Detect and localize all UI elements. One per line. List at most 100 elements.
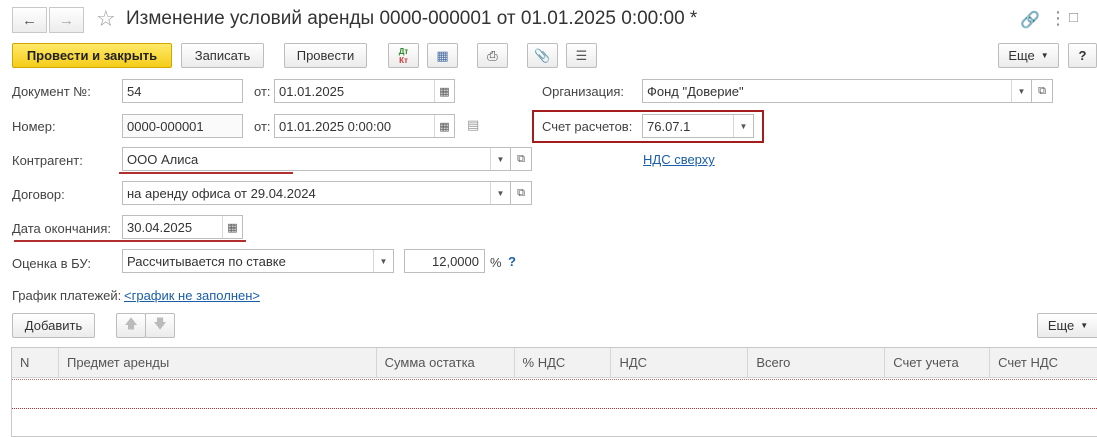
more-button[interactable]: Еще ▼ (998, 43, 1059, 68)
valuation-label: Оценка в БУ: (12, 256, 91, 271)
help-button[interactable]: ? (1068, 43, 1097, 68)
rate-value: 12,0000 (432, 253, 479, 269)
number-date-label: от: (254, 119, 271, 134)
org-label: Организация: (542, 84, 625, 99)
lease-items-table[interactable]: N Предмет аренды Сумма остатка % НДС НДС… (11, 347, 1097, 437)
page-title: Изменение условий аренды 0000-000001 от … (126, 8, 698, 29)
counterparty-underline (119, 172, 293, 174)
printer-icon: ⎙ (487, 47, 498, 63)
column-header-n[interactable]: N (12, 348, 59, 377)
number-value: 0000-000001 (127, 118, 204, 134)
forward-button[interactable]: → (49, 7, 84, 33)
org-value: Фонд "Доверие" (647, 83, 744, 99)
dt-kt-icon: Дт (398, 46, 409, 56)
end-date-underline (14, 240, 246, 242)
end-date-field[interactable]: 30.04.2025 ▦ (122, 215, 243, 239)
end-date-value: 30.04.2025 (127, 219, 193, 235)
maximize-icon[interactable]: □ (1069, 9, 1078, 26)
arrow-left-icon: ← (22, 11, 37, 29)
chevron-down-icon[interactable]: ▼ (490, 148, 510, 170)
valuation-select[interactable]: Рассчитывается по ставке ▼ (122, 249, 394, 273)
list-icon: ☰ (575, 47, 588, 63)
account-label: Счет расчетов: (542, 119, 633, 134)
counterparty-open-button[interactable]: ⧉ (510, 147, 532, 171)
doc-number-field[interactable]: 54 (122, 79, 243, 103)
column-header-balance[interactable]: Сумма остатка (377, 348, 515, 377)
arrow-down-icon: 🡇 (153, 315, 167, 331)
chevron-down-icon[interactable]: ▼ (1011, 80, 1031, 102)
doc-number-label: Документ №: (12, 84, 91, 99)
doc-number-value: 54 (127, 83, 142, 99)
table-header: N Предмет аренды Сумма остатка % НДС НДС… (12, 348, 1097, 378)
contract-value: на аренду офиса от 29.04.2024 (127, 185, 316, 201)
dt-kt-icon-bottom: Кт (399, 55, 408, 65)
number-field[interactable]: 0000-000001 (122, 114, 243, 138)
dt-kt-button[interactable]: Дт Кт (388, 43, 419, 68)
percent-sign: % (490, 255, 502, 270)
save-button[interactable]: Записать (181, 43, 264, 68)
chevron-down-icon[interactable]: ▼ (490, 182, 510, 204)
print-button[interactable]: ⎙ (477, 43, 508, 68)
number-label: Номер: (12, 119, 56, 134)
paperclip-icon: 📎 (534, 47, 551, 63)
table-more-label: Еще (1047, 318, 1075, 333)
post-and-close-button[interactable]: Провести и закрыть (12, 43, 172, 68)
number-date-value: 01.01.2025 0:00:00 (279, 118, 392, 134)
move-up-button[interactable]: 🡅 (116, 313, 146, 338)
chevron-down-icon[interactable]: ▼ (733, 115, 753, 137)
more-label: Еще (1008, 48, 1035, 63)
contract-open-button[interactable]: ⧉ (510, 181, 532, 205)
document-structure-icon: ▦ (436, 47, 449, 63)
arrow-up-icon: 🡅 (124, 315, 138, 331)
calendar-icon[interactable]: ▦ (434, 115, 454, 137)
rate-help-link[interactable]: ? (508, 254, 516, 269)
counterparty-label: Контрагент: (12, 153, 83, 168)
open-window-icon: ⧉ (517, 152, 525, 165)
open-window-icon: ⧉ (517, 186, 525, 199)
link-icon[interactable]: 🔗 (1020, 10, 1040, 30)
column-header-vat-account[interactable]: Счет НДС (990, 348, 1097, 377)
table-row[interactable] (12, 379, 1097, 409)
reports-button[interactable]: ☰ (566, 43, 597, 68)
move-down-button[interactable]: 🡇 (145, 313, 175, 338)
vat-on-top-link[interactable]: НДС сверху (643, 152, 715, 167)
table-more-button[interactable]: Еще ▼ (1037, 313, 1097, 338)
account-field[interactable]: 76.07.1 ▼ (642, 114, 754, 138)
doc-date-field[interactable]: 01.01.2025 ▦ (274, 79, 455, 103)
column-header-vat-percent[interactable]: % НДС (515, 348, 612, 377)
post-button[interactable]: Провести (284, 43, 367, 68)
chevron-down-icon: ▼ (1080, 321, 1089, 330)
doc-date-value: 01.01.2025 (279, 83, 345, 99)
chevron-down-icon[interactable]: ▼ (373, 250, 393, 272)
org-open-button[interactable]: ⧉ (1031, 79, 1053, 103)
counterparty-value: ООО Алиса (127, 151, 199, 167)
add-row-button[interactable]: Добавить (12, 313, 95, 338)
calendar-icon[interactable]: ▦ (434, 80, 454, 102)
contract-label: Договор: (12, 187, 65, 202)
column-header-account[interactable]: Счет учета (885, 348, 991, 377)
open-window-icon: ⧉ (1038, 84, 1046, 97)
more-vertical-icon[interactable]: ⋮ (1049, 8, 1067, 29)
valuation-value: Рассчитывается по ставке (127, 253, 286, 269)
number-date-field[interactable]: 01.01.2025 0:00:00 ▦ (274, 114, 455, 138)
column-header-vat[interactable]: НДС (611, 348, 749, 377)
contract-field[interactable]: на аренду офиса от 29.04.2024 ▼ (122, 181, 511, 205)
account-value: 76.07.1 (647, 118, 691, 134)
column-header-total[interactable]: Всего (748, 348, 886, 377)
chevron-down-icon: ▼ (1040, 51, 1049, 60)
schedule-link[interactable]: <график не заполнен> (124, 288, 260, 303)
schedule-label: График платежей: (12, 288, 122, 303)
back-button[interactable]: ← (12, 7, 47, 33)
arrow-right-icon: → (59, 11, 74, 29)
attach-button[interactable]: 📎 (527, 43, 558, 68)
counterparty-field[interactable]: ООО Алиса ▼ (122, 147, 511, 171)
structure-button[interactable]: ▦ (427, 43, 458, 68)
org-field[interactable]: Фонд "Доверие" ▼ (642, 79, 1032, 103)
calendar-icon[interactable]: ▦ (222, 216, 242, 238)
comment-icon[interactable]: ▤ (467, 117, 479, 133)
rate-field[interactable]: 12,0000 (404, 249, 485, 273)
favorite-star-icon[interactable]: ☆ (96, 6, 116, 32)
end-date-label: Дата окончания: (12, 221, 111, 236)
doc-date-label: от: (254, 84, 271, 99)
column-header-lease-item[interactable]: Предмет аренды (59, 348, 377, 377)
